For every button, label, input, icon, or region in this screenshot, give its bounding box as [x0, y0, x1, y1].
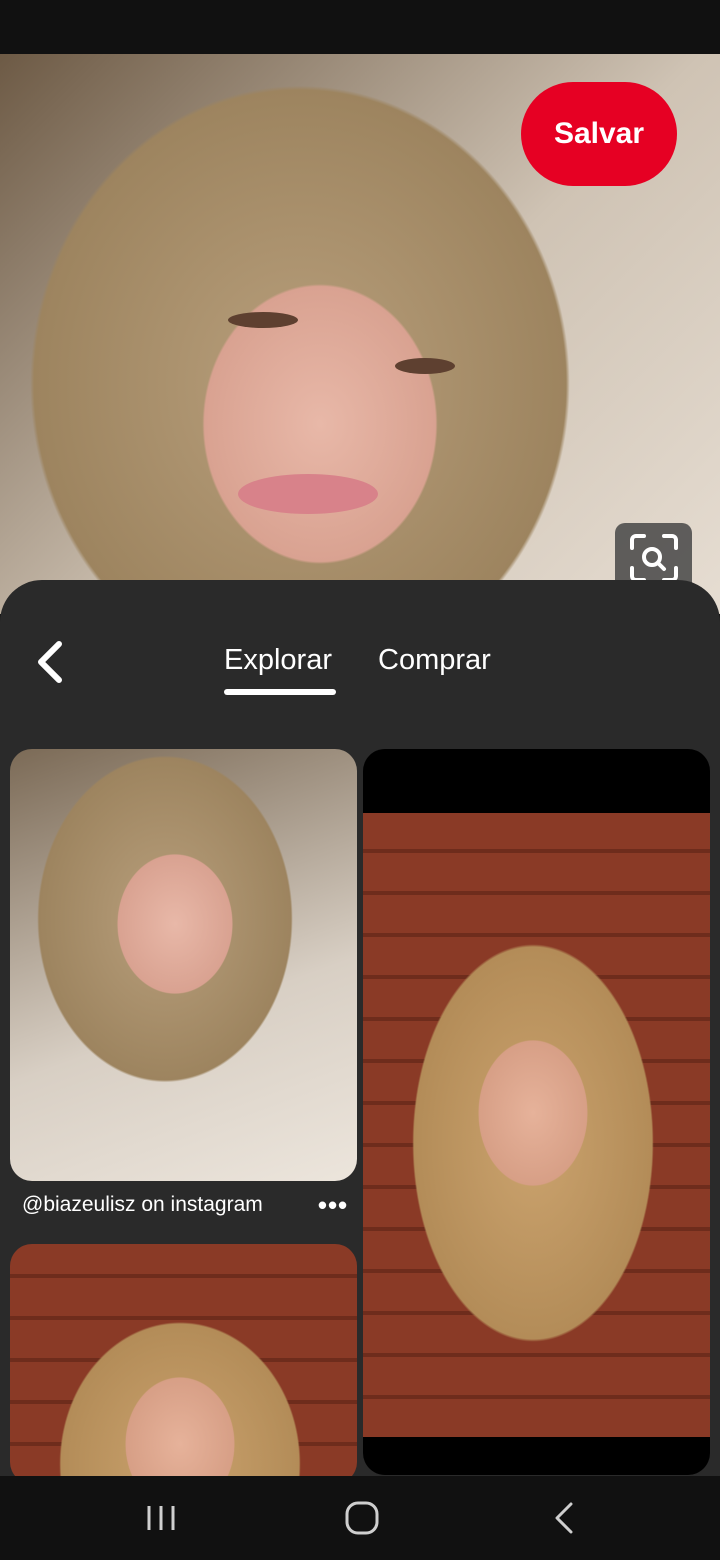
- status-bar: [0, 0, 720, 54]
- pin-photo: [363, 813, 710, 1437]
- pin-card-image[interactable]: [10, 749, 357, 1181]
- pin-card-image[interactable]: [363, 749, 710, 1475]
- chevron-left-icon: [38, 641, 62, 683]
- tab-comprar[interactable]: Comprar: [378, 644, 491, 677]
- recent-apps-icon: [147, 1506, 175, 1530]
- pin-card-image[interactable]: [10, 1244, 357, 1480]
- nav-back-button[interactable]: [534, 1492, 594, 1544]
- hero-eye: [228, 312, 298, 328]
- home-button[interactable]: [332, 1492, 392, 1544]
- back-icon: [555, 1502, 573, 1534]
- tab-explorar[interactable]: Explorar: [224, 644, 332, 677]
- hero-lips: [238, 474, 378, 514]
- hero-eye: [395, 358, 455, 374]
- save-button[interactable]: Salvar: [521, 82, 677, 186]
- home-icon: [345, 1501, 379, 1535]
- system-nav-bar: [0, 1476, 720, 1560]
- visual-search-icon: [629, 534, 678, 582]
- back-button[interactable]: [30, 640, 70, 684]
- pin-caption[interactable]: @biazeulisz on instagram: [22, 1193, 263, 1217]
- active-tab-indicator: [224, 689, 336, 695]
- explore-sheet: Explorar Comprar @biazeulisz on instagra…: [0, 580, 720, 1480]
- recent-apps-button[interactable]: [131, 1492, 191, 1544]
- more-options-button[interactable]: •••: [316, 1188, 350, 1222]
